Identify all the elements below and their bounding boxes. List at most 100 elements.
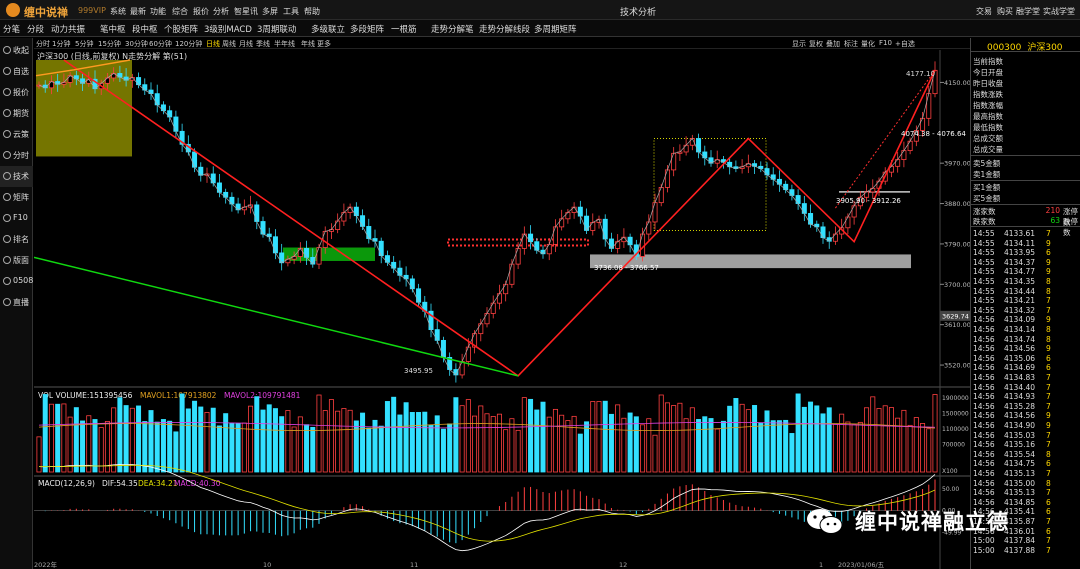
sidebar-item-f10[interactable]: F10 xyxy=(0,208,33,229)
info-label: 当前指数 xyxy=(973,57,1003,66)
link-practice-school[interactable]: 实战学堂 xyxy=(1043,6,1075,17)
tool-multisegment[interactable]: 多段矩阵 xyxy=(350,23,384,35)
tick-time: 14:56 xyxy=(973,488,995,498)
sidebar-item-0508[interactable]: 0508 xyxy=(0,271,33,292)
menu-help[interactable]: 帮助 xyxy=(304,6,320,17)
tick-volume: 9 xyxy=(1046,238,1051,248)
volume-bar xyxy=(758,422,764,473)
candle xyxy=(515,248,521,265)
volume-bar xyxy=(814,405,820,473)
candle xyxy=(534,241,540,251)
menu-latest[interactable]: 最新 xyxy=(130,6,146,17)
info-label: 总成交量 xyxy=(973,145,1003,154)
tool-bi-pivot[interactable]: 笔中枢 xyxy=(100,23,126,35)
vol-tick-label: 700000 xyxy=(942,442,965,449)
chart-canvas[interactable]: 4150.00 3970.00 3880.00 3790.00 3700.00 3610.… xyxy=(34,38,970,569)
sidebar-item-matrix[interactable]: 矩阵 xyxy=(0,187,33,208)
sidebar-label: 期货 xyxy=(13,109,29,118)
menu-general[interactable]: 综合 xyxy=(172,6,188,17)
sidebar-label: 自选 xyxy=(13,67,29,76)
x-axis-label: 2023/01/06/五 xyxy=(838,561,885,569)
tick-volume: 7 xyxy=(1046,469,1051,478)
sidebar-item-layout[interactable]: 版面 xyxy=(0,250,33,271)
dif-line xyxy=(38,464,936,552)
tool-fenbi[interactable]: 分笔 xyxy=(3,23,20,35)
tool-multiperiod-matrix[interactable]: 多周期矩阵 xyxy=(534,23,577,35)
tick-price: 4134.11 xyxy=(1004,238,1036,248)
menu-analysis[interactable]: 分析 xyxy=(213,6,229,17)
sidebar-item-futures[interactable]: 期货 xyxy=(0,103,33,124)
bar-chart-icon xyxy=(3,277,11,285)
tool-fenduan[interactable]: 分段 xyxy=(27,23,44,35)
menu-quotes[interactable]: 报价 xyxy=(193,6,209,17)
volume-bar xyxy=(882,405,888,473)
menu-multiscreen[interactable]: 多屏 xyxy=(262,6,278,17)
menu-system[interactable]: 系统 xyxy=(110,6,126,17)
tick-row: 14:56 4135.13 7 xyxy=(973,470,1051,478)
tick-row: 14:56 4134.09 9 xyxy=(973,316,1051,324)
chart-area[interactable]: 分时 1分钟 5分钟 15分钟 30分钟 60分钟 120分钟 日线 周线 月线… xyxy=(34,38,970,569)
tick-price: 4134.21 xyxy=(1004,296,1036,306)
candlestick-icon xyxy=(3,172,11,180)
tick-volume: 7 xyxy=(1046,373,1051,382)
volume-bar xyxy=(285,410,291,473)
tick-volume: 9 xyxy=(1046,421,1051,430)
sidebar-item-timeshare[interactable]: 分时 xyxy=(0,145,33,166)
tool-resonance[interactable]: 动力共振 xyxy=(51,23,85,35)
candle xyxy=(789,189,795,196)
link-school[interactable]: 融学堂 xyxy=(1016,6,1040,17)
tool-trend-segment[interactable]: 走势分解线段 xyxy=(479,23,530,35)
candle xyxy=(416,288,422,303)
menu-function[interactable]: 功能 xyxy=(150,6,166,17)
sidebar-item-collapse[interactable]: 收起 xyxy=(0,40,33,61)
tick-time: 14:56 xyxy=(973,469,995,478)
candle xyxy=(901,150,907,160)
rise-count-value: 210 xyxy=(1045,206,1060,215)
tick-volume: 9 xyxy=(1046,315,1051,325)
menu-news[interactable]: 智星讯 xyxy=(234,6,258,17)
fall-count-value: 63 xyxy=(1050,216,1060,225)
tool-one-track[interactable]: 一根筋 xyxy=(391,23,417,35)
volume-bar xyxy=(397,414,403,473)
sidebar-item-favorites[interactable]: 自选 xyxy=(0,61,33,82)
menu-tools[interactable]: 工具 xyxy=(283,6,299,17)
sidebar-item-live[interactable]: 直播 xyxy=(0,292,33,313)
volume-bar xyxy=(347,409,353,473)
sidebar-item-technical[interactable]: 技术 xyxy=(0,166,33,187)
sidebar-item-ranking[interactable]: 排名 xyxy=(0,229,33,250)
volume-bar xyxy=(48,403,54,473)
futures-icon xyxy=(3,109,11,117)
volume-bar xyxy=(440,428,446,473)
sidebar-label: 技术 xyxy=(13,172,29,181)
ranking-icon xyxy=(3,235,11,243)
x-axis-label: 12 xyxy=(619,561,627,569)
tick-row: 14:56 4135.03 7 xyxy=(973,430,1051,440)
range-annotation: 4074.38 - 4076.64 xyxy=(901,130,966,138)
candle xyxy=(459,361,465,376)
vol-legend-mavol1: MAVOL1:107913802 xyxy=(140,391,217,400)
tool-3level-macd[interactable]: 3级别MACD xyxy=(204,23,252,35)
link-trade[interactable]: 交易 xyxy=(976,6,992,17)
link-buy[interactable]: 购买 xyxy=(997,6,1013,17)
tool-3period-link[interactable]: 3周期联动 xyxy=(257,23,296,35)
tick-row: 14:55 4133.61 7 xyxy=(973,230,1051,238)
tool-stock-matrix[interactable]: 个股矩阵 xyxy=(164,23,198,35)
tick-time: 14:56 xyxy=(973,382,995,392)
tick-row: 14:56 4134.83 7 xyxy=(973,374,1051,382)
tool-segment-pivot[interactable]: 段中枢 xyxy=(132,23,158,35)
candle xyxy=(808,213,814,225)
macd-legend-dea: DEA:34.21 xyxy=(138,479,178,488)
sidebar-item-quotes[interactable]: 报价 xyxy=(0,82,33,103)
tool-multilevel[interactable]: 多级联立 xyxy=(311,23,345,35)
tick-time: 14:56 xyxy=(973,430,995,440)
volume-bar xyxy=(857,421,863,473)
sidebar-item-cloud[interactable]: 云策 xyxy=(0,124,33,145)
tool-trend-bi[interactable]: 走势分解笔 xyxy=(431,23,474,35)
candle xyxy=(210,173,216,184)
volume-bar xyxy=(913,417,919,473)
tick-row: 14:55 4133.95 6 xyxy=(973,249,1051,257)
volume-bar xyxy=(353,420,359,473)
tick-price: 4134.93 xyxy=(1004,392,1036,402)
volume-bar xyxy=(515,429,521,473)
tick-price: 4134.14 xyxy=(1004,325,1036,334)
